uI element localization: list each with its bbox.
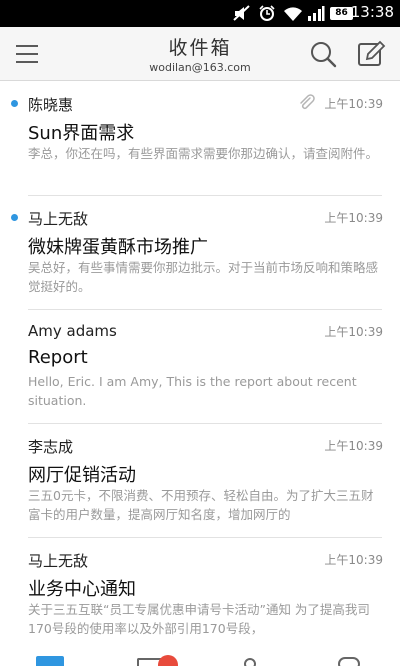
tab-settings[interactable] xyxy=(338,657,360,666)
mail-sender: 马上无敌 xyxy=(28,210,89,228)
tab-search[interactable] xyxy=(244,658,256,666)
mail-time: 上午10:39 xyxy=(324,211,383,225)
search-icon xyxy=(311,42,337,68)
title-block: 收件箱 wodilan@163.com xyxy=(100,33,300,74)
mail-preview: 三五0元卡，不限消费、不用预存、轻松自由。为了扩大三五财富卡的用户数量，提高网厅… xyxy=(28,488,374,522)
mail-preview: 关于三五互联“员工专属优惠申请号卡活动”通知 为了提高我司170号段的使用率以及… xyxy=(28,602,370,636)
mail-sender: Amy adams xyxy=(28,322,117,340)
mail-item[interactable]: Amy adams 上午10:39 Report Hello, Eric. I … xyxy=(0,310,400,424)
notification-badge xyxy=(158,655,178,666)
mail-preview: Hello, Eric. I am Amy, This is the repor… xyxy=(28,374,357,408)
status-bar: 86 13:38 xyxy=(0,0,400,27)
mail-item[interactable]: 李志成 上午10:39 网厅促销活动 三五0元卡，不限消费、不用预存、轻松自由。… xyxy=(0,424,400,538)
compose-button[interactable] xyxy=(355,39,387,71)
mail-subject: Sun界面需求 xyxy=(28,123,135,144)
page-title: 收件箱 xyxy=(168,37,232,59)
mail-subject: 微妹牌蛋黄酥市场推广 xyxy=(28,237,208,258)
mute-icon xyxy=(233,5,250,21)
attachment-icon xyxy=(300,94,315,110)
bottom-tab-bar xyxy=(0,655,400,666)
mail-preview: 李总，你还在吗，有些界面需求需要你那边确认，请查阅附件。 xyxy=(28,146,379,161)
mail-subject: 网厅促销活动 xyxy=(28,465,136,486)
menu-button[interactable] xyxy=(12,41,40,67)
signal-icon xyxy=(308,6,325,21)
mail-sender: 陈晓惠 xyxy=(28,96,74,114)
app-header: 收件箱 wodilan@163.com xyxy=(0,27,400,81)
mail-item[interactable]: 马上无敌 上午10:39 微妹牌蛋黄酥市场推广 吴总好，有些事情需要你那边批示。… xyxy=(0,196,400,310)
mail-preview: 吴总好，有些事情需要你那边批示。对于当前市场反响和策略感觉挺好的。 xyxy=(28,260,379,294)
wifi-icon xyxy=(284,7,302,22)
mail-sender: 马上无敌 xyxy=(28,552,89,570)
battery-icon: 86 xyxy=(330,7,353,20)
battery-level: 86 xyxy=(335,8,348,18)
mail-time: 上午10:39 xyxy=(324,439,383,453)
compose-icon xyxy=(358,40,386,66)
unread-dot xyxy=(11,100,18,107)
mail-time: 上午10:39 xyxy=(324,97,383,111)
tab-inbox[interactable] xyxy=(36,656,64,666)
mail-time: 上午10:39 xyxy=(324,325,383,339)
mail-time: 上午10:39 xyxy=(324,553,383,567)
mail-item[interactable]: 陈晓惠 上午10:39 Sun界面需求 李总，你还在吗，有些界面需求需要你那边确… xyxy=(0,82,400,196)
account-email: wodilan@163.com xyxy=(149,61,251,74)
mail-item[interactable]: 马上无敌 上午10:39 业务中心通知 关于三五互联“员工专属优惠申请号卡活动”… xyxy=(0,538,400,652)
clock: 13:38 xyxy=(350,3,394,21)
alarm-icon xyxy=(259,5,275,21)
mail-subject: 业务中心通知 xyxy=(28,579,136,600)
unread-dot xyxy=(11,214,18,221)
mail-subject: Report xyxy=(28,347,88,368)
mail-sender: 李志成 xyxy=(28,438,74,456)
search-button[interactable] xyxy=(307,39,339,71)
